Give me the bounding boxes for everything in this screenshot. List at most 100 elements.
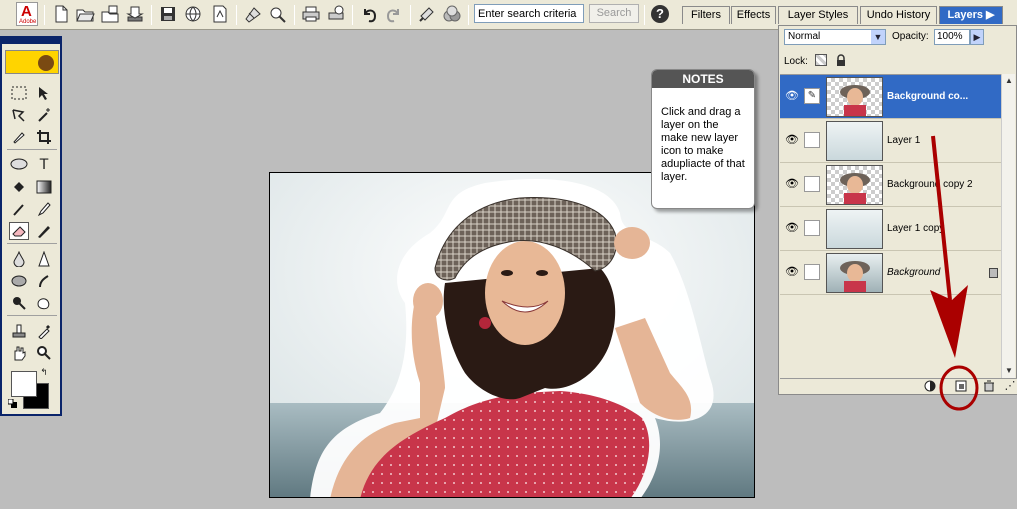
layers-palette-footer: ⋰	[780, 378, 1017, 394]
layer-name: Layer 1	[887, 135, 921, 146]
crop-tool-icon[interactable]	[34, 128, 54, 146]
layer-link-box[interactable]	[804, 176, 820, 192]
adobe-logo-mark: A	[21, 3, 32, 20]
scroll-up-icon[interactable]: ▲	[1002, 74, 1016, 88]
paint-bucket-tool-icon[interactable]	[9, 178, 29, 196]
layer-name: Layer 1 copy	[887, 223, 945, 234]
document-canvas[interactable]	[269, 172, 755, 498]
visibility-eye-icon[interactable]: 👁	[784, 221, 800, 235]
layer-link-box[interactable]	[804, 132, 820, 148]
tab-layer-styles[interactable]: Layer Styles	[778, 6, 858, 24]
brush-tool-icon[interactable]	[9, 200, 29, 218]
search-button[interactable]: Search	[589, 4, 639, 23]
import-icon[interactable]	[125, 4, 145, 24]
toolbar-divider	[44, 5, 45, 25]
sharpen-tool-icon[interactable]	[34, 250, 54, 268]
blend-mode-select[interactable]: Normal ▼	[784, 29, 886, 45]
visibility-eye-icon[interactable]: 👁	[784, 89, 800, 103]
layer-list: 👁 ✎ Background co... 👁 Layer 1 👁 Backgro…	[780, 74, 1001, 295]
clone-stamp-tool-icon[interactable]	[9, 322, 29, 340]
color-variations-icon[interactable]	[442, 4, 462, 24]
help-icon[interactable]: ?	[651, 5, 669, 23]
adobe-logo: A Adobe	[16, 2, 38, 26]
resize-grip-icon[interactable]: ⋰	[1003, 380, 1017, 393]
scroll-down-icon[interactable]: ▼	[1002, 364, 1016, 378]
layer-thumbnail	[826, 77, 883, 117]
save-for-web-icon[interactable]	[183, 4, 203, 24]
layer-lock-icon	[989, 268, 998, 278]
sunflower-logo	[5, 50, 59, 74]
attach-to-email-icon[interactable]	[268, 4, 288, 24]
print-preview-icon[interactable]	[326, 4, 346, 24]
layer-thumbnail	[826, 253, 883, 293]
tab-layers[interactable]: Layers ▶	[939, 6, 1003, 24]
open-file-icon[interactable]	[75, 4, 95, 24]
search-input[interactable]	[474, 4, 584, 23]
step-forward-icon[interactable]	[384, 4, 404, 24]
toolbox: T ↰	[0, 36, 62, 416]
layer-row[interactable]: 👁 Background copy 2	[780, 163, 1001, 207]
trash-icon[interactable]	[982, 380, 996, 393]
new-file-icon[interactable]	[51, 4, 71, 24]
opacity-slider-toggle-icon[interactable]: ▶	[970, 29, 984, 45]
marquee-tool-icon[interactable]	[9, 84, 29, 102]
tab-filters[interactable]: Filters	[682, 6, 730, 24]
visibility-eye-icon[interactable]: 👁	[784, 265, 800, 279]
zoom-tool-icon[interactable]	[34, 344, 54, 362]
layer-row[interactable]: 👁 Layer 1 copy	[780, 207, 1001, 251]
layer-row[interactable]: 👁 Background	[780, 251, 1001, 295]
swap-colors-icon[interactable]: ↰	[38, 367, 50, 379]
blur-tool-icon[interactable]	[9, 250, 29, 268]
browse-icon[interactable]	[100, 4, 120, 24]
layer-name: Background co...	[887, 91, 969, 102]
speech-bubble-tool-icon[interactable]	[9, 156, 29, 174]
blend-mode-value: Normal	[788, 31, 821, 42]
smudge-tool-icon[interactable]	[34, 272, 54, 290]
adjustment-layer-icon[interactable]	[923, 380, 937, 393]
print-icon[interactable]	[301, 4, 321, 24]
quick-fix-icon[interactable]	[417, 4, 437, 24]
toolbar-divider	[644, 5, 645, 25]
toolbar-divider	[151, 5, 152, 25]
magic-wand-tool-icon[interactable]	[34, 106, 54, 124]
dodge-tool-icon[interactable]	[9, 294, 29, 312]
tab-effects[interactable]: Effects	[731, 6, 776, 24]
tab-undo-history[interactable]: Undo History	[860, 6, 937, 24]
lock-all-icon[interactable]	[836, 54, 846, 66]
layer-brush-icon: ✎	[804, 88, 820, 104]
move-tool-icon[interactable]	[34, 84, 54, 102]
new-layer-icon[interactable]	[954, 380, 968, 393]
cookie-cutter-tool-icon[interactable]	[34, 294, 54, 312]
toolbox-divider	[7, 149, 57, 150]
opacity-label: Opacity:	[892, 31, 929, 42]
save-as-pdf-icon[interactable]	[210, 4, 230, 24]
notes-title: NOTES	[652, 70, 754, 88]
layers-scrollbar[interactable]: ▲ ▼	[1001, 74, 1015, 379]
eraser-tool-icon[interactable]	[9, 222, 29, 240]
foreground-color-swatch[interactable]	[11, 371, 37, 397]
layer-row[interactable]: 👁 Layer 1	[780, 119, 1001, 163]
default-colors-icon[interactable]	[8, 399, 18, 409]
lock-transparency-icon[interactable]	[815, 54, 827, 66]
sponge-tool-icon[interactable]	[9, 272, 29, 290]
eyedropper-tool-icon[interactable]	[34, 322, 54, 340]
opacity-field[interactable]: 100%	[934, 29, 970, 45]
gradient-tool-icon[interactable]	[34, 178, 54, 196]
step-backward-icon[interactable]	[359, 4, 379, 24]
type-tool-icon[interactable]: T	[34, 156, 54, 174]
layer-link-box[interactable]	[804, 220, 820, 236]
visibility-eye-icon[interactable]: 👁	[784, 177, 800, 191]
selection-brush-tool-icon[interactable]	[9, 128, 29, 146]
layer-link-box[interactable]	[804, 264, 820, 280]
red-eye-tool-icon[interactable]	[34, 222, 54, 240]
layer-row[interactable]: 👁 ✎ Background co...	[780, 75, 1001, 119]
toolbar-divider	[236, 5, 237, 25]
hand-tool-icon[interactable]	[9, 344, 29, 362]
layer-thumbnail	[826, 165, 883, 205]
save-icon[interactable]	[158, 4, 178, 24]
lasso-tool-icon[interactable]	[9, 106, 29, 124]
notes-panel: NOTES Click and drag a layer on the make…	[651, 69, 755, 209]
pencil-tool-icon[interactable]	[34, 200, 54, 218]
online-services-icon[interactable]	[243, 4, 263, 24]
visibility-eye-icon[interactable]: 👁	[784, 133, 800, 147]
